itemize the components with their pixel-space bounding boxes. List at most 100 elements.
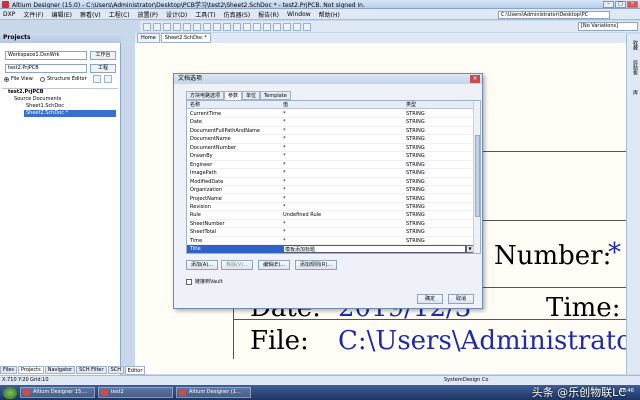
column-header-type[interactable]: 类型 [406,101,416,109]
edit-button[interactable]: 编辑(E)... [258,260,290,270]
tree-sheet2[interactable]: Sheet2.SchDoc * [24,110,116,117]
maximize-button[interactable]: □ [615,1,626,8]
menu-tools[interactable]: 工具(T) [195,10,215,19]
scrollbar-thumb[interactable] [475,135,480,217]
menu-help[interactable]: 帮助(H) [319,10,340,19]
menu-reports[interactable]: 报告(R) [258,10,279,19]
parameter-type: STRING [406,246,425,253]
open-icon[interactable] [143,22,151,31]
part-icon[interactable] [303,22,311,31]
system-button[interactable]: System [444,376,463,385]
ok-button[interactable]: 确定 [417,294,443,304]
file-view-radio[interactable]: File View [4,76,33,82]
taskbar-altium-2[interactable]: Altium Designer (1... [176,387,251,398]
wire-icon[interactable] [263,22,271,31]
tab-parameters[interactable]: 参数 [224,91,243,100]
paste-icon[interactable] [213,22,221,31]
table-row[interactable]: ImagePath * STRING [187,169,474,178]
tree-sheet1[interactable]: Sheet1.SchDoc [24,103,116,110]
table-row[interactable]: ModifiedDate * STRING [187,178,474,187]
menu-edit[interactable]: 编辑(E) [52,10,72,19]
table-row[interactable]: DocumentName * STRING [187,135,474,144]
design-compiler-button[interactable]: Design Co [463,376,488,385]
link-vault-checkbox[interactable]: 链接到Vault [186,278,223,285]
tab-sch[interactable]: SCH [107,366,125,374]
table-row[interactable]: Time * STRING [187,237,474,246]
copy-icon[interactable] [203,22,211,31]
table-row[interactable]: Date * STRING [187,118,474,127]
grid-scrollbar[interactable] [473,101,480,253]
tab-sheet-options[interactable]: 方块电路选项 [186,91,225,100]
workspace-select[interactable]: Workspace1.DsnWrk [5,51,87,60]
tab-template[interactable]: Template [260,91,291,100]
tab-files[interactable]: Files [0,366,17,374]
table-row[interactable]: CurrentTime * STRING [187,110,474,119]
cancel-button[interactable]: 取消 [448,294,474,304]
project-options-icon[interactable] [104,75,112,83]
minimize-button[interactable]: – [603,1,614,8]
taskbar-test2[interactable]: test2 [98,387,173,398]
variations-select[interactable]: [No Variations] [578,22,638,31]
path-input[interactable]: C:\Users\Administrator\Desktop\PC [498,11,610,19]
tree-project-root[interactable]: test2.PrjPCB [6,89,116,96]
undo-icon[interactable] [243,22,251,31]
tab-sch-filter[interactable]: SCH Filter [76,366,107,374]
column-header-value[interactable]: 值 [283,101,288,109]
tab-sheet2[interactable]: Sheet2.SchDoc * [160,33,211,43]
parameters-grid[interactable]: 名称 值 类型 CurrentTime * STRING Date * STRING Doc… [186,100,481,254]
net-label-icon[interactable] [283,22,291,31]
save-icon[interactable] [153,22,161,31]
workspace-button[interactable]: 工作台 [90,51,116,60]
tab-home[interactable]: Home [137,33,160,43]
libraries-tab[interactable]: 库 [629,90,639,95]
table-row[interactable]: ProjectName * STRING [187,195,474,203]
menu-design[interactable]: 设计(D) [166,10,187,19]
redo-icon[interactable] [253,22,261,31]
menu-file[interactable]: 文件(F) [23,10,43,19]
menu-dxp[interactable]: DXP [3,11,15,18]
clipboard-tab[interactable]: 剪贴板 [629,60,639,75]
table-row[interactable]: DocumentFullPathAndName * STRING [187,127,474,136]
tab-navigator[interactable]: Navigator [44,366,76,374]
tree-source-documents[interactable]: Source Documents [12,96,116,103]
table-row[interactable]: Engineer * STRING [187,161,474,170]
table-row[interactable]: SheetNumber * STRING [187,220,474,229]
tab-editor[interactable]: Editor [125,366,145,375]
table-row[interactable]: Rule Undefined Rule STRING [187,211,474,220]
menu-place[interactable]: 放置(P) [138,10,158,19]
column-header-name[interactable]: 名称 [190,101,200,109]
project-button[interactable]: 工程 [90,64,116,73]
bus-icon[interactable] [273,22,281,31]
taskbar-altium-1[interactable]: Altium Designer 15.... [20,387,95,398]
move-icon[interactable] [233,22,241,31]
cut-icon[interactable] [193,22,201,31]
menu-view[interactable]: 察看(V) [80,10,101,19]
structure-editor-radio[interactable]: Structure Editor [40,76,87,82]
zoom-icon[interactable] [173,22,181,31]
tab-projects[interactable]: Projects [17,366,44,374]
select-icon[interactable] [223,22,231,31]
start-button[interactable] [3,386,17,399]
table-row[interactable]: SheetTotal * STRING [187,228,474,237]
zoom-fit-icon[interactable] [183,22,191,31]
project-folder-icon[interactable] [93,75,101,83]
favorites-tab[interactable]: 收藏 [629,40,639,50]
dialog-close-button[interactable]: × [470,75,480,83]
parameter-name: ProjectName [190,195,222,202]
table-row[interactable]: Organization * STRING [187,186,474,195]
close-button[interactable]: × [627,1,638,8]
menu-window[interactable]: Window [287,11,311,18]
add-button[interactable]: 添加(A)... [186,260,218,270]
menu-simulator[interactable]: 仿真器(S) [224,10,251,19]
table-row[interactable]: Revision * STRING [187,203,474,212]
menu-project[interactable]: 工程(C) [109,10,130,19]
table-row[interactable]: Title 模板添加标题 STRING ▼ [187,245,474,253]
print-icon[interactable] [163,22,171,31]
remove-button[interactable]: 移除(V)... [221,260,253,270]
tab-units[interactable]: 单位 [242,91,261,100]
power-port-icon[interactable] [293,22,301,31]
table-row[interactable]: DocumentNumber * STRING [187,144,474,153]
project-select[interactable]: test2.PrjPCB [5,64,87,73]
add-rule-button[interactable]: 添加规则(R)... [295,260,337,270]
table-row[interactable]: DrawnBy * STRING [187,152,474,161]
